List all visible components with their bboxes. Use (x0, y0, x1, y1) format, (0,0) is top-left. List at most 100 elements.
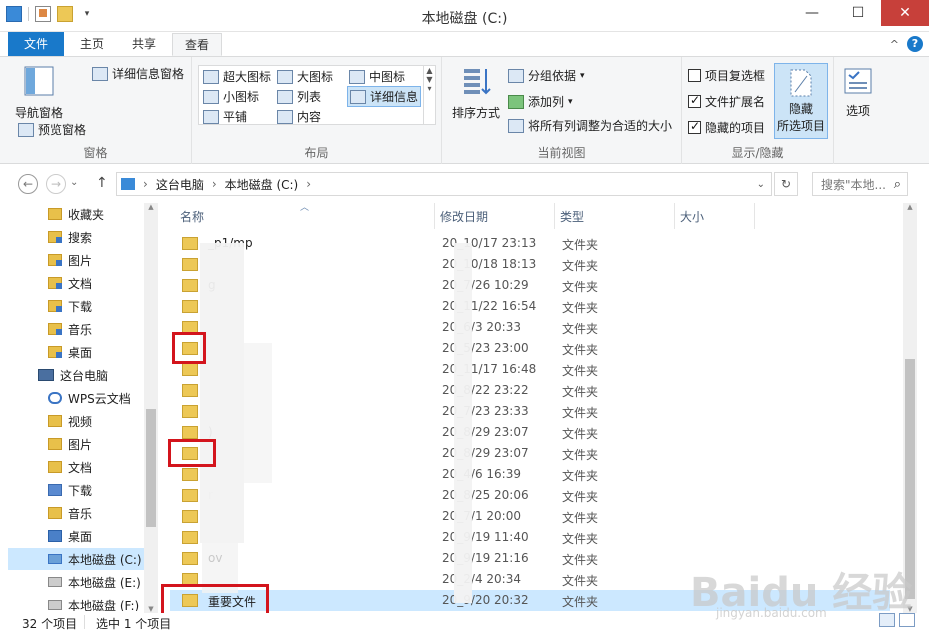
navigation-bar: ← → ⌄ ↑ › 这台电脑 › 本地磁盘 (C:) › ⌄ ↻ 搜索"本地..… (0, 165, 929, 201)
column-header-size[interactable]: 大小 (680, 203, 704, 229)
table-row[interactable]: )20_8/29 23:07文件夹 (170, 422, 890, 443)
folder-icon (48, 346, 62, 358)
sidebar-scroll-thumb[interactable] (146, 409, 156, 527)
folder-icon (48, 507, 62, 519)
sidebar-item-documents[interactable]: 文档 (8, 272, 148, 294)
hide-selected-icon (790, 69, 812, 97)
hide-selected-items-button[interactable]: 隐藏 所选项目 (774, 63, 828, 139)
details-pane-button[interactable]: 详细信息窗格 (92, 65, 184, 82)
table-row[interactable]: 20_5/23 23:00 文件夹 (170, 338, 890, 359)
add-columns-button[interactable]: 添加列 ▾ (508, 93, 573, 110)
item-checkboxes-toggle[interactable]: 项目复选框 (688, 67, 765, 84)
folder-icon (48, 231, 62, 243)
sidebar-item-desktop-pc[interactable]: 桌面 (8, 525, 148, 547)
up-button[interactable]: ↑ (96, 175, 108, 191)
sidebar-item-favorites[interactable]: 收藏夹 (8, 203, 148, 225)
ribbon: 导航窗格 预览窗格 详细信息窗格 窗格 布局 超大图标 大图标 中图标 小图标 … (0, 56, 929, 164)
sidebar-item-downloads-pc[interactable]: 下载 (8, 479, 148, 501)
close-button[interactable]: ✕ (881, 0, 929, 26)
folder-icon (48, 208, 62, 220)
sort-by-button[interactable]: 排序方式 (450, 65, 502, 121)
sidebar-item-videos[interactable]: 视频 (8, 410, 148, 432)
file-type: 文件夹 (562, 448, 599, 462)
group-by-button[interactable]: 分组依据 ▾ (508, 67, 585, 84)
column-header-date[interactable]: 修改日期 (440, 203, 488, 229)
layout-large[interactable]: 大图标 (277, 68, 333, 85)
layout-content[interactable]: 内容 (277, 108, 321, 125)
table-row[interactable]: 20_8/22 23:22 文件夹 (170, 380, 890, 401)
layout-small[interactable]: 小图标 (203, 88, 259, 105)
layout-list[interactable]: 列表 (277, 88, 321, 105)
table-row[interactable]: g20_7/26 10:29文件夹 (170, 275, 890, 296)
ribbon-tabs: 文件 主页 共享 查看 ^ ? (0, 32, 929, 56)
folder-icon (182, 510, 198, 523)
hidden-items-toggle[interactable]: 隐藏的项目 (688, 119, 765, 136)
tab-home[interactable]: 主页 (72, 33, 112, 56)
back-button[interactable]: ← (18, 174, 38, 194)
table-row[interactable]: 20_6/3 20:33 文件夹 (170, 317, 890, 338)
file-type: 文件夹 (562, 301, 599, 315)
file-list-scrollbar[interactable]: ▲ ▼ (903, 203, 917, 613)
preview-pane-button[interactable]: 预览窗格 (18, 121, 86, 138)
column-header-name[interactable]: 名称 (180, 203, 204, 229)
sidebar-item-pictures[interactable]: 图片 (8, 249, 148, 271)
search-box[interactable]: 搜索"本地... ⌕ (812, 172, 908, 196)
sidebar-item-wps-cloud[interactable]: WPS云文档 (8, 387, 148, 409)
table-row[interactable]: 20_11/17 16:48 文件夹 (170, 359, 890, 380)
minimize-button[interactable]: — (789, 0, 835, 26)
table-row[interactable]: _p1/mp20_10/17 23:13文件夹 (170, 233, 890, 254)
forward-button[interactable]: → (46, 174, 66, 194)
address-bar[interactable]: › 这台电脑 › 本地磁盘 (C:) › ⌄ (116, 172, 772, 196)
sidebar-item-downloads[interactable]: 下载 (8, 295, 148, 317)
item-count: 32 个项目 (22, 617, 78, 631)
layout-tiles[interactable]: 平铺 (203, 108, 247, 125)
maximize-button[interactable]: ☐ (835, 0, 881, 26)
layout-extra-large[interactable]: 超大图标 (203, 68, 271, 85)
table-row[interactable]: 20_4/6 16:39 文件夹 (170, 464, 890, 485)
sidebar-scrollbar[interactable]: ▲ ▼ (144, 203, 158, 613)
table-row[interactable]: 20_8/29 23:07 文件夹 (170, 443, 890, 464)
table-row[interactable]: r20_8/25 20:06文件夹 (170, 485, 890, 506)
sidebar-item-documents-pc[interactable]: 文档 (8, 456, 148, 478)
sidebar-item-local-disk-c[interactable]: 本地磁盘 (C:) (8, 548, 148, 570)
sidebar-item-music[interactable]: 音乐 (8, 318, 148, 340)
recent-locations-button[interactable]: ⌄ (70, 177, 78, 188)
breadcrumb-local-disk-c[interactable]: 本地磁盘 (C:) (225, 176, 299, 193)
layout-details[interactable]: 详细信息 (347, 86, 422, 107)
sidebar-item-local-disk-e[interactable]: 本地磁盘 (E:) (8, 571, 148, 593)
tab-file[interactable]: 文件 (8, 32, 64, 56)
folder-icon (48, 323, 62, 335)
refresh-button[interactable]: ↻ (774, 172, 798, 196)
column-header-type[interactable]: 类型 (560, 203, 584, 229)
tab-view[interactable]: 查看 (172, 33, 222, 56)
file-extensions-toggle[interactable]: 文件扩展名 (688, 93, 765, 110)
size-all-columns-button[interactable]: 将所有列调整为合适的大小 (508, 117, 672, 134)
preview-pane-icon (18, 122, 34, 137)
sidebar-item-local-disk-f[interactable]: 本地磁盘 (F:) (8, 594, 148, 611)
sidebar-item-desktop[interactable]: 桌面 (8, 341, 148, 363)
collapse-ribbon-icon[interactable]: ^ (890, 38, 899, 51)
hidden-items-checkbox[interactable] (688, 119, 701, 134)
options-button[interactable]: 选项 (838, 67, 878, 119)
table-row[interactable]: 20_7/1 20:00 文件夹 (170, 506, 890, 527)
breadcrumb-this-pc[interactable]: 这台电脑 (156, 176, 204, 193)
file-extensions-checkbox[interactable] (688, 93, 701, 108)
item-checkboxes-checkbox[interactable] (688, 69, 701, 82)
address-dropdown-icon[interactable]: ⌄ (757, 179, 765, 190)
layout-medium[interactable]: 中图标 (349, 68, 405, 85)
help-icon[interactable]: ? (907, 36, 923, 52)
sidebar-item-pictures-pc[interactable]: 图片 (8, 433, 148, 455)
folder-icon (48, 415, 62, 427)
file-type: 文件夹 (562, 385, 599, 399)
search-input[interactable]: 搜索"本地... (821, 176, 886, 193)
tab-share[interactable]: 共享 (122, 33, 166, 56)
table-row[interactable]: 20_10/18 18:13 文件夹 (170, 254, 890, 275)
table-row[interactable]: 20_9/19 11:40 文件夹 (170, 527, 890, 548)
nav-pane-button[interactable]: 导航窗格 (10, 65, 68, 121)
sidebar-item-this-pc[interactable]: 这台电脑 (8, 364, 148, 386)
sidebar-item-music-pc[interactable]: 音乐 (8, 502, 148, 524)
layout-gallery-scroll[interactable]: ▲ ▼ ▾ (423, 66, 435, 124)
table-row[interactable]: 20_7/23 23:33 文件夹 (170, 401, 890, 422)
sidebar-item-search[interactable]: 搜索 (8, 226, 148, 248)
table-row[interactable]: 20_11/22 16:54 文件夹 (170, 296, 890, 317)
